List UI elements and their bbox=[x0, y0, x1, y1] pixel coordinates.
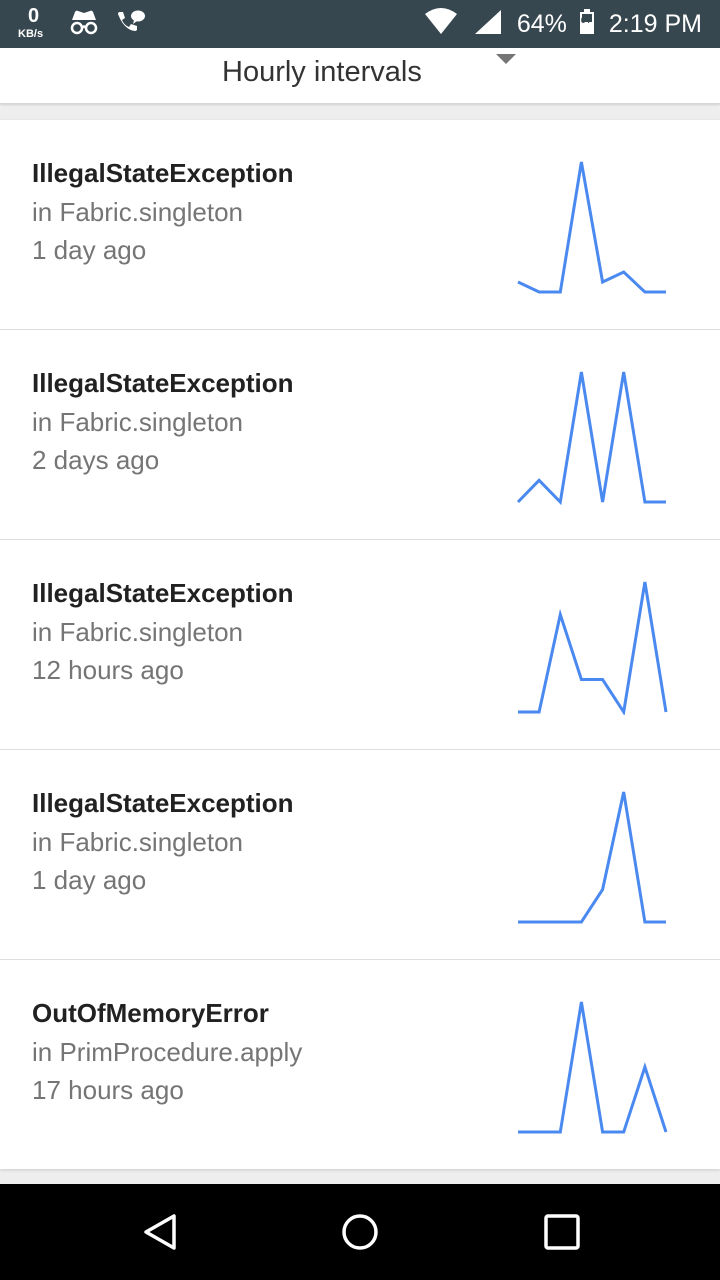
issue-time: 17 hours ago bbox=[32, 1075, 184, 1105]
issue-item[interactable]: OutOfMemoryError in PrimProcedure.apply … bbox=[0, 960, 720, 1169]
battery-icon: 64 bbox=[579, 8, 595, 41]
issue-location: in Fabric.singleton bbox=[32, 197, 243, 227]
network-speed-value: 0 bbox=[28, 5, 40, 27]
issue-time: 1 day ago bbox=[32, 235, 147, 265]
sparkline-line bbox=[518, 581, 668, 715]
issue-location: in Fabric.singleton bbox=[32, 617, 243, 647]
clock: 2:19 PM bbox=[608, 10, 702, 38]
issue-location: in PrimProcedure.apply bbox=[32, 1037, 303, 1067]
issue-sparkline bbox=[518, 791, 666, 924]
signal-icon bbox=[473, 8, 503, 41]
wifi-call-icon bbox=[114, 8, 146, 41]
incognito-icon bbox=[68, 8, 100, 41]
recents-icon[interactable] bbox=[542, 1212, 582, 1252]
network-speed-unit: KB/s bbox=[18, 28, 44, 40]
issue-item[interactable]: IllegalStateException in Fabric.singleto… bbox=[0, 540, 720, 750]
issue-item[interactable]: IllegalStateException in Fabric.singleto… bbox=[0, 750, 720, 960]
issue-item[interactable]: IllegalStateException in Fabric.singleto… bbox=[0, 120, 720, 330]
issue-time: 1 day ago bbox=[32, 865, 147, 895]
sparkline-line bbox=[517, 161, 666, 294]
interval-selector[interactable]: Hourly intervals bbox=[0, 48, 720, 104]
issue-title: OutOfMemoryError bbox=[32, 998, 269, 1028]
issue-sparkline bbox=[517, 161, 666, 294]
battery-icon-label: 64 bbox=[580, 15, 590, 25]
wifi-icon bbox=[423, 7, 459, 41]
issue-title: IllegalStateException bbox=[32, 368, 294, 398]
status-bar-right: 64% 64 2:19 PM bbox=[423, 6, 702, 42]
status-bar: 0 KB/s 64% 64 2:19 PM bbox=[0, 0, 720, 48]
sparkline-line bbox=[516, 371, 666, 505]
issue-title: IllegalStateException bbox=[32, 578, 294, 608]
network-speed: 0 KB/s bbox=[18, 6, 54, 42]
issue-time: 12 hours ago bbox=[32, 655, 184, 685]
issue-location: in Fabric.singleton bbox=[32, 827, 243, 857]
issue-sparkline bbox=[516, 371, 666, 505]
issue-sparkline bbox=[518, 1001, 668, 1134]
issue-location: in Fabric.singleton bbox=[32, 407, 243, 437]
interval-label[interactable]: Hourly intervals bbox=[222, 54, 422, 90]
dropdown-arrow-icon[interactable] bbox=[496, 54, 516, 64]
issues-list: IllegalStateException in Fabric.singleto… bbox=[0, 120, 720, 1169]
issue-title: IllegalStateException bbox=[32, 788, 294, 818]
status-bar-left: 0 KB/s bbox=[18, 6, 160, 42]
back-icon[interactable] bbox=[140, 1212, 180, 1252]
home-icon[interactable] bbox=[340, 1212, 380, 1252]
sparkline-line bbox=[518, 1001, 668, 1134]
issue-time: 2 days ago bbox=[32, 445, 160, 475]
sparkline-line bbox=[518, 791, 666, 924]
issue-sparkline bbox=[518, 581, 668, 715]
battery-percent: 64% bbox=[516, 10, 567, 38]
issue-title: IllegalStateException bbox=[32, 158, 294, 188]
navigation-bar bbox=[0, 1184, 720, 1280]
issue-item[interactable]: IllegalStateException in Fabric.singleto… bbox=[0, 330, 720, 540]
